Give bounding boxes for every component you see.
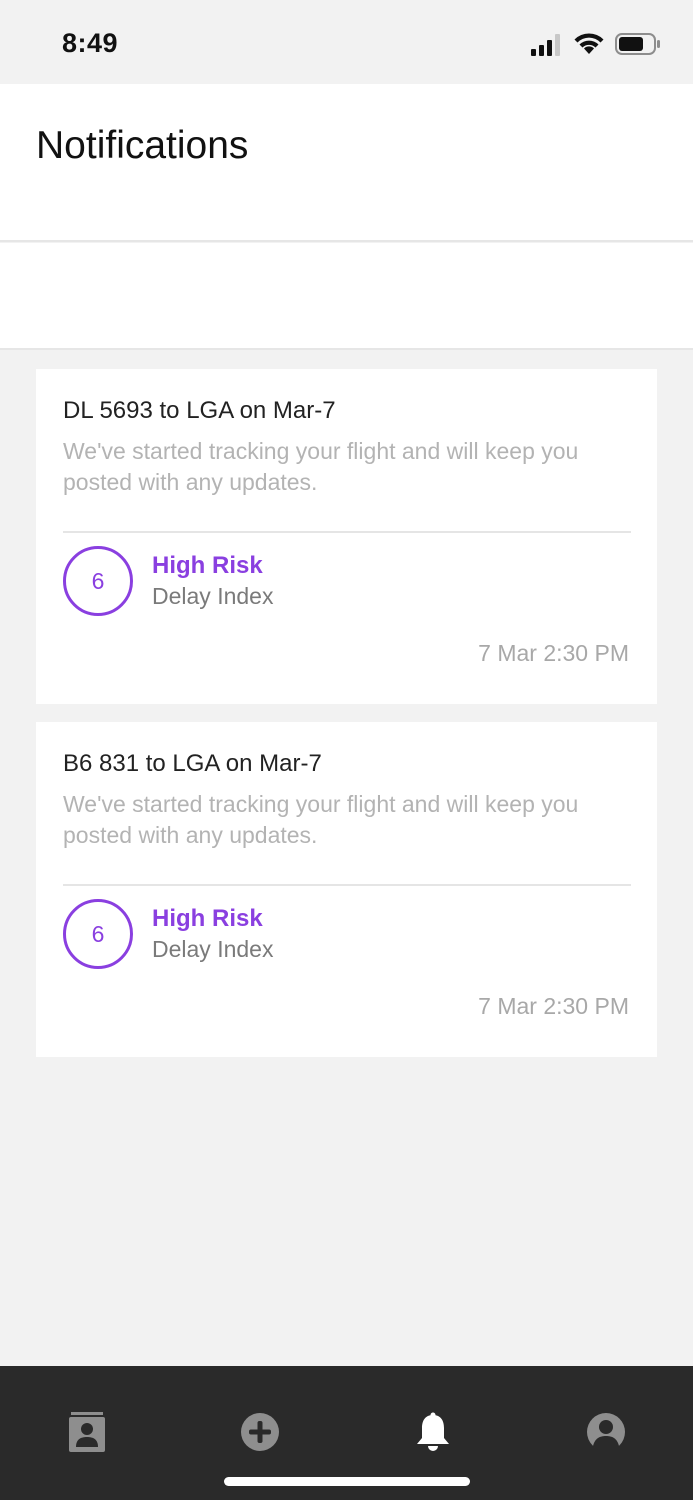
- battery-icon: [615, 33, 660, 55]
- card-divider: [63, 531, 631, 533]
- wifi-icon: [574, 33, 604, 54]
- notification-message: We've started tracking your flight and w…: [63, 791, 579, 848]
- status-time: 8:49: [62, 28, 119, 58]
- tab-add[interactable]: [240, 1412, 280, 1452]
- notification-title: DL 5693 to LGA on Mar-7: [63, 397, 336, 424]
- status-icons: [531, 30, 661, 60]
- notification-timestamp: 7 Mar 2:30 PM: [478, 640, 629, 666]
- home-indicator[interactable]: [224, 1477, 470, 1486]
- bell-icon: [417, 1412, 449, 1451]
- header: Notifications: [0, 84, 693, 242]
- tab-contacts[interactable]: [67, 1412, 107, 1452]
- profile-icon: [587, 1413, 625, 1452]
- notification-timestamp: 7 Mar 2:30 PM: [478, 993, 629, 1019]
- tab-profile[interactable]: [586, 1412, 626, 1452]
- contact-card-icon: [69, 1412, 105, 1452]
- notification-card[interactable]: DL 5693 to LGA on Mar-7 We've started tr…: [36, 369, 657, 704]
- cellular-signal-icon: [531, 34, 560, 56]
- delay-index-badge: 6: [63, 546, 133, 616]
- notification-title: B6 831 to LGA on Mar-7: [63, 750, 322, 777]
- risk-level: High Risk: [152, 905, 263, 932]
- notification-message: We've started tracking your flight and w…: [63, 438, 579, 495]
- status-bar: 8:49: [0, 0, 693, 84]
- risk-label: Delay Index: [152, 936, 274, 962]
- header-spacer: [0, 243, 693, 350]
- notification-card[interactable]: B6 831 to LGA on Mar-7 We've started tra…: [36, 722, 657, 1057]
- risk-label: Delay Index: [152, 583, 274, 609]
- tab-notifications[interactable]: [413, 1412, 453, 1452]
- add-circle-icon: [241, 1413, 279, 1451]
- page-title: Notifications: [36, 124, 249, 167]
- risk-level: High Risk: [152, 552, 263, 579]
- card-divider: [63, 884, 631, 886]
- delay-index-badge: 6: [63, 899, 133, 969]
